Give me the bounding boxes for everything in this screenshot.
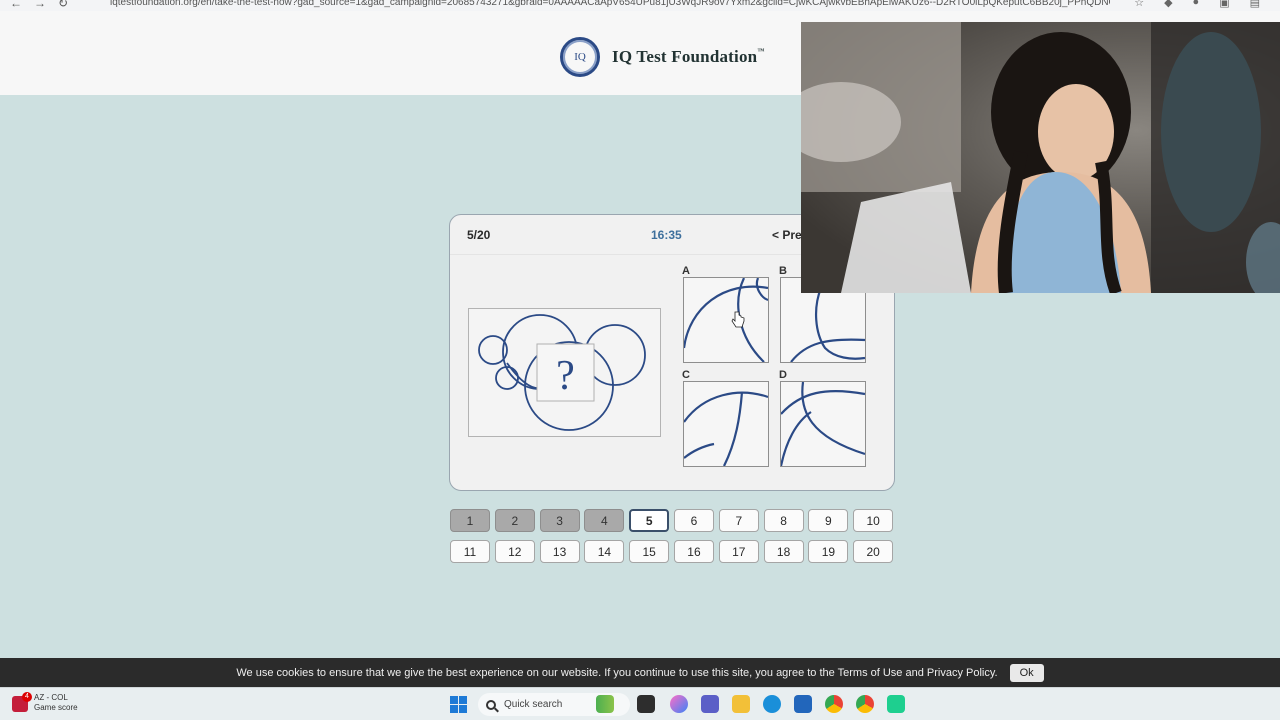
reload-icon[interactable]: ↻ [58,0,68,10]
extension-icon[interactable]: ◆ [1164,0,1172,9]
page-button-5[interactable]: 5 [629,509,670,532]
edge-icon[interactable] [763,695,781,713]
page-button-15[interactable]: 15 [629,540,670,563]
option-d[interactable] [780,381,866,467]
webcam-overlay [801,22,1280,293]
option-a-figure [684,278,768,362]
page-button-13[interactable]: 13 [539,540,580,563]
option-a-letter: A [682,265,690,277]
question-figure-drawing: ? [478,314,646,431]
page-button-9[interactable]: 9 [808,509,849,532]
page-button-17[interactable]: 17 [718,540,759,563]
option-d-letter: D [779,369,787,381]
chrome-profile-icon[interactable] [856,695,874,713]
cookie-text: We use cookies to ensure that we give th… [236,666,998,679]
forward-icon[interactable]: → [34,0,46,10]
copilot-icon[interactable] [670,695,688,713]
cookie-ok-button[interactable]: Ok [1009,663,1044,682]
widget-text: AZ - COL Game score [34,693,78,713]
search-placeholder: Quick search [504,699,563,710]
question-progress: 5/20 [467,228,491,242]
cookie-banner: We use cookies to ensure that we give th… [0,658,1280,687]
option-c-letter: C [682,369,690,381]
hand-cursor-icon [731,311,745,328]
page-button-4[interactable]: 4 [584,509,625,532]
webcam-scene [801,22,1280,293]
sports-icon: 4 [12,692,32,712]
search-icon [486,699,496,710]
timer: 16:35 [651,228,682,242]
page-button-1[interactable]: 1 [450,509,490,532]
teams-icon[interactable] [701,695,719,713]
logo-text: IQ [574,51,586,63]
file-explorer-icon[interactable] [732,695,750,713]
page-button-10[interactable]: 10 [853,509,894,532]
address-field[interactable]: iqtestfoundation.org/en/take-the-test-no… [110,0,1110,8]
page-button-11[interactable]: 11 [450,540,490,563]
page-button-8[interactable]: 8 [763,509,804,532]
taskbar: 4 AZ - COL Game score Quick search [0,687,1280,720]
page-button-19[interactable]: 19 [808,540,849,563]
chrome-icon[interactable] [825,695,843,713]
question-mark: ? [556,353,575,399]
browser-url-bar: ← → ↻ iqtestfoundation.org/en/take-the-t… [0,0,1280,11]
profile-icon[interactable]: ● [1193,0,1200,9]
page-button-18[interactable]: 18 [763,540,804,563]
star-icon[interactable]: ☆ [1134,0,1144,9]
previous-button[interactable]: < Pre [772,228,802,242]
page-button-3[interactable]: 3 [539,509,580,532]
option-c[interactable] [683,381,769,467]
browser-nav: ← → ↻ [0,0,68,10]
brand-name: IQ Test Foundation™ [612,47,765,67]
puzzle-icon[interactable]: ▣ [1219,0,1229,9]
page-button-7[interactable]: 7 [718,509,759,532]
windows-start-icon[interactable] [450,696,467,713]
brand[interactable]: IQ IQ Test Foundation™ [560,37,765,77]
question-figure: ? [468,308,661,437]
brand-name-text: IQ Test Foundation [612,47,758,66]
store-icon[interactable] [794,695,812,713]
page-button-2[interactable]: 2 [494,509,535,532]
option-b-letter: B [779,265,787,277]
page-button-16[interactable]: 16 [673,540,714,563]
page-button-6[interactable]: 6 [673,509,714,532]
widget-badge: 4 [22,692,32,702]
task-view-icon[interactable] [637,695,655,713]
page-button-12[interactable]: 12 [494,540,535,563]
widget-title: AZ - COL [34,693,68,702]
question-pager: 1 2 3 4 5 6 7 8 9 10 11 12 13 14 15 16 17 18 19 20 [450,509,894,563]
widgets-icon[interactable] [596,695,614,713]
browser-toolbar-right: ☆ ◆ ● ▣ ▤ [1134,0,1260,9]
sidebar-icon[interactable]: ▤ [1250,0,1260,9]
option-d-figure [781,382,865,466]
score-widget[interactable]: 4 AZ - COL Game score [12,692,78,713]
back-icon[interactable]: ← [10,0,22,10]
page-button-20[interactable]: 20 [853,540,894,563]
option-a[interactable] [683,277,769,363]
brand-logo-icon: IQ [560,37,600,77]
trademark: ™ [757,47,765,55]
widget-subtitle: Game score [34,703,78,712]
page-button-14[interactable]: 14 [584,540,625,563]
option-c-figure [684,391,768,466]
app-icon[interactable] [887,695,905,713]
